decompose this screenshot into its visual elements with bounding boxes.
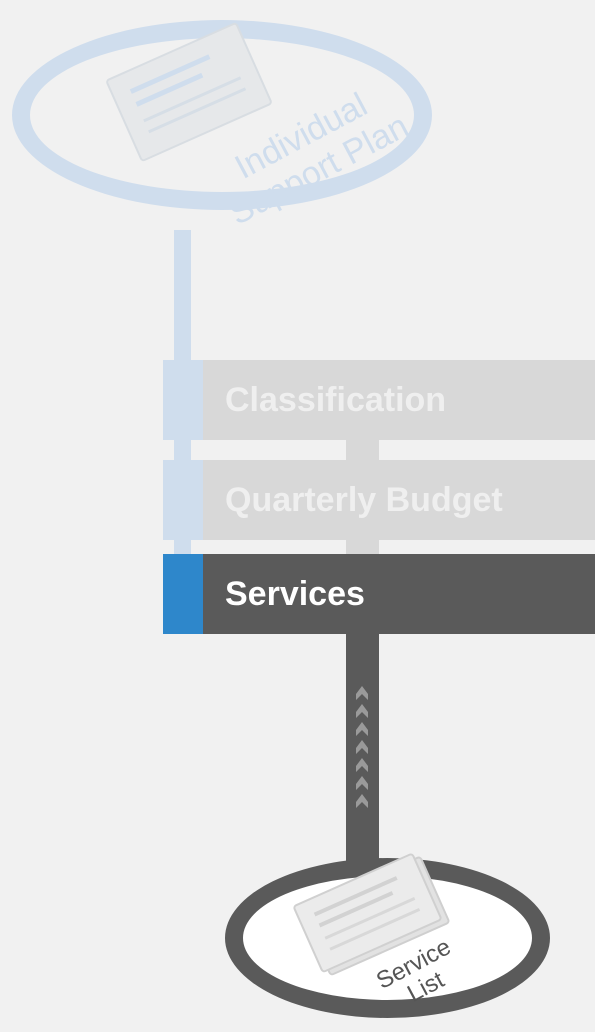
step-quarterly-budget[interactable]: Quarterly Budget	[163, 460, 595, 540]
up-chevrons-icon	[356, 686, 368, 808]
connector-line	[346, 440, 379, 460]
step-label: Quarterly Budget	[225, 481, 503, 519]
step-classification[interactable]: Classification	[163, 360, 595, 440]
step-accent	[163, 360, 203, 440]
flow-diagram: Individual Support Plan Classification Q…	[0, 0, 595, 1030]
step-accent	[163, 460, 203, 540]
connector-line	[174, 440, 191, 460]
connector-line	[174, 230, 191, 360]
step-label: Classification	[225, 381, 447, 419]
step-label: Services	[225, 575, 365, 613]
connector-line	[346, 540, 379, 554]
step-accent	[163, 554, 203, 634]
step-services[interactable]: Services	[163, 554, 595, 634]
connector-line	[174, 540, 191, 554]
